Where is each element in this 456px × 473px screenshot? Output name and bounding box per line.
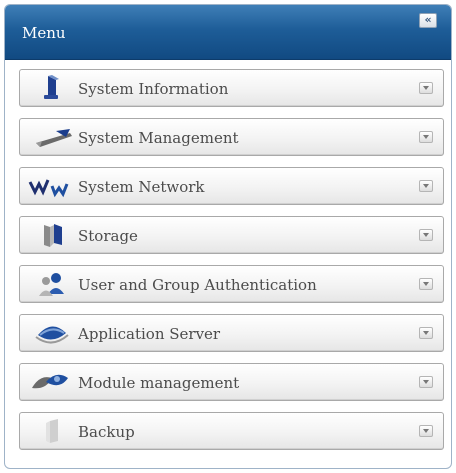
menu-item-label: Application Server xyxy=(78,325,221,343)
menu-item-backup[interactable]: Backup xyxy=(19,412,444,450)
expand-icon[interactable] xyxy=(419,278,433,290)
menu-item-application-server[interactable]: Application Server xyxy=(19,314,444,352)
collapse-button[interactable]: « xyxy=(419,13,437,28)
system-network-icon xyxy=(26,172,72,200)
storage-icon xyxy=(26,221,72,249)
expand-icon[interactable] xyxy=(419,229,433,241)
menu-item-label: Storage xyxy=(78,227,138,245)
menu-item-system-information[interactable]: System Information xyxy=(19,69,444,107)
menu-item-module-management[interactable]: Module management xyxy=(19,363,444,401)
module-management-icon xyxy=(26,368,72,396)
system-information-icon xyxy=(26,74,72,102)
backup-icon xyxy=(26,417,72,445)
menu-title: Menu xyxy=(22,24,66,42)
expand-icon[interactable] xyxy=(419,82,433,94)
expand-icon[interactable] xyxy=(419,376,433,388)
user-group-icon xyxy=(26,270,72,298)
system-management-icon xyxy=(26,123,72,151)
application-server-icon xyxy=(26,319,72,347)
menu-item-system-network[interactable]: System Network xyxy=(19,167,444,205)
expand-icon[interactable] xyxy=(419,425,433,437)
menu-item-label: System Network xyxy=(78,178,205,196)
menu-item-storage[interactable]: Storage xyxy=(19,216,444,254)
expand-icon[interactable] xyxy=(419,327,433,339)
menu-header: Menu « xyxy=(5,5,451,60)
menu-list: System Information System Management Sys… xyxy=(19,69,444,461)
expand-icon[interactable] xyxy=(419,131,433,143)
menu-item-label: Module management xyxy=(78,374,240,392)
expand-icon[interactable] xyxy=(419,180,433,192)
menu-item-label: System Information xyxy=(78,80,229,98)
menu-item-label: Backup xyxy=(78,423,135,441)
menu-item-system-management[interactable]: System Management xyxy=(19,118,444,156)
menu-item-user-group-authentication[interactable]: User and Group Authentication xyxy=(19,265,444,303)
menu-item-label: User and Group Authentication xyxy=(78,276,317,294)
menu-item-label: System Management xyxy=(78,129,239,147)
menu-panel: Menu « System Information System Managem… xyxy=(4,4,452,469)
